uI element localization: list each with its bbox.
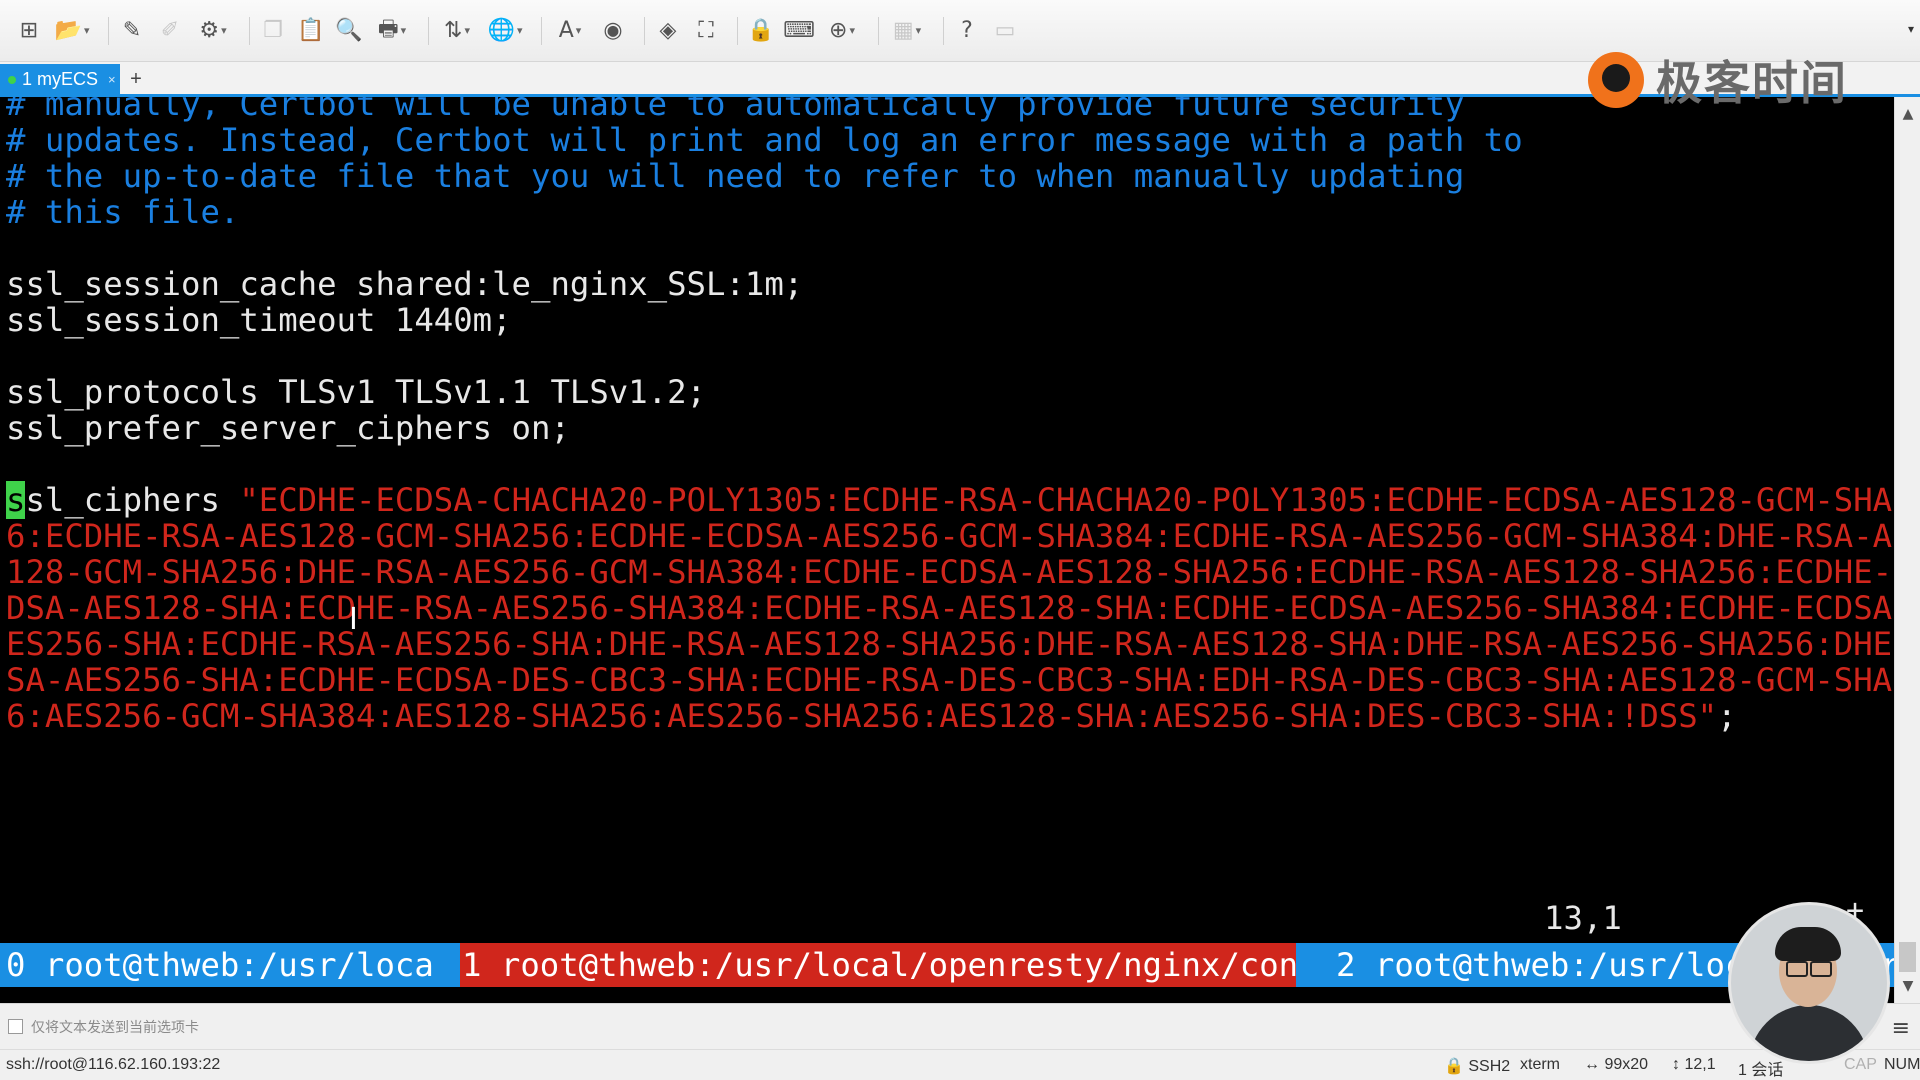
toolbar-separator	[541, 16, 542, 45]
toolbar-separator	[644, 16, 645, 45]
tmux-window-1[interactable]: 1 root@thweb:/usr/local/openresty/nginx/…	[460, 943, 1296, 987]
scrollbar-thumb[interactable]	[1899, 942, 1916, 972]
mouse-ibeam-icon: I	[349, 602, 358, 637]
logo-text: 极客时间	[1656, 56, 1848, 110]
toolbar-separator	[428, 16, 429, 45]
toolbar-separator	[878, 16, 879, 45]
send-option-label: 仅将文本发送到当前选项卡	[31, 1018, 199, 1035]
toolbar-overflow-icon[interactable]: ▾	[1908, 22, 1914, 36]
send-option-checkbox[interactable]	[8, 1019, 23, 1034]
paste-icon[interactable]: 📋	[296, 16, 326, 46]
cipher-value-line: 6:AES256-GCM-SHA384:AES128-SHA256:AES256…	[6, 694, 1737, 738]
terminal-type: xterm	[1520, 1056, 1560, 1073]
cursor-status: ↕ 12,1	[1672, 1056, 1716, 1073]
globe-icon[interactable]: 🌐	[485, 16, 525, 46]
new-session-icon[interactable]: ⊞	[14, 16, 44, 46]
connected-status-icon	[8, 75, 16, 84]
terminal-scrollbar[interactable]: ▲ ▼	[1894, 97, 1920, 1003]
properties-icon[interactable]: ⚙	[193, 16, 233, 46]
toolbar-separator	[943, 16, 944, 45]
geektime-logo-icon	[1588, 52, 1644, 108]
toolbar-separator	[737, 16, 738, 45]
layout-icon: ▦	[887, 16, 927, 46]
tmux-window-0[interactable]: 0 root@thweb:/usr/loca	[0, 943, 460, 987]
keyboard-icon[interactable]: ⌨	[783, 16, 815, 46]
disconnect-icon: ✐	[160, 18, 180, 43]
scroll-up-icon[interactable]: ▲	[1895, 101, 1920, 127]
xftp-icon[interactable]: ◈	[653, 16, 683, 46]
cipher-value-end: 6:AES256-GCM-SHA384:AES128-SHA256:AES256…	[6, 697, 1718, 735]
presenter-webcam	[1728, 902, 1890, 1064]
chat-icon: ▭	[994, 18, 1016, 43]
menu-icon[interactable]: ≡	[1892, 1016, 1910, 1041]
cipher-semicolon: ;	[1717, 697, 1737, 735]
cursor-position: 13,1	[1544, 899, 1622, 937]
open-folder-icon[interactable]: 📂	[52, 16, 92, 46]
new-tab-icon[interactable]: ⊕	[822, 16, 862, 46]
fullscreen-icon[interactable]: ⛶	[691, 16, 721, 46]
tab-close-icon[interactable]: ×	[108, 72, 116, 87]
terminal-area[interactable]: # manually, Certbot will be unable to au…	[0, 97, 1894, 1003]
terminal-size: ↔ 99x20	[1584, 1056, 1649, 1073]
transfer-icon[interactable]: ⇅	[437, 16, 477, 46]
print-icon[interactable]: 🖶	[372, 16, 412, 46]
add-tab-button[interactable]: +	[124, 66, 148, 92]
compose-bar: 仅将文本发送到当前选项卡 ≡	[0, 1003, 1920, 1049]
connection-address: ssh://root@116.62.160.193:22	[6, 1056, 221, 1073]
comment-line: # this file.	[6, 193, 240, 231]
connect-icon[interactable]: ✎	[117, 16, 147, 46]
copy-icon: ❐	[263, 18, 283, 43]
status-bar: ssh://root@116.62.160.193:22 🔒 SSH2 xter…	[0, 1049, 1920, 1080]
lock-icon[interactable]: 🔒	[746, 16, 776, 46]
config-line: ssl_session_timeout 1440m;	[6, 301, 512, 339]
num-indicator: NUM	[1884, 1056, 1920, 1073]
tab-myecs[interactable]: 1 myECS ×	[0, 64, 120, 95]
tmux-status-line: 0 root@thweb:/usr/loca 1 root@thweb:/usr…	[0, 943, 1894, 987]
protocol-status: 🔒 SSH2	[1444, 1058, 1511, 1075]
script-icon[interactable]: ◉	[598, 16, 628, 46]
tab-label: 1 myECS	[22, 69, 99, 89]
scroll-down-icon[interactable]: ▼	[1895, 973, 1920, 999]
font-icon[interactable]: A	[550, 16, 590, 46]
toolbar-separator	[108, 16, 109, 45]
geektime-logo: 极客时间	[1588, 44, 1848, 116]
help-icon[interactable]: ?	[952, 16, 982, 46]
config-line: ssl_prefer_server_ciphers on;	[6, 409, 570, 447]
toolbar-separator	[249, 16, 250, 45]
find-icon[interactable]: 🔍	[334, 16, 364, 46]
